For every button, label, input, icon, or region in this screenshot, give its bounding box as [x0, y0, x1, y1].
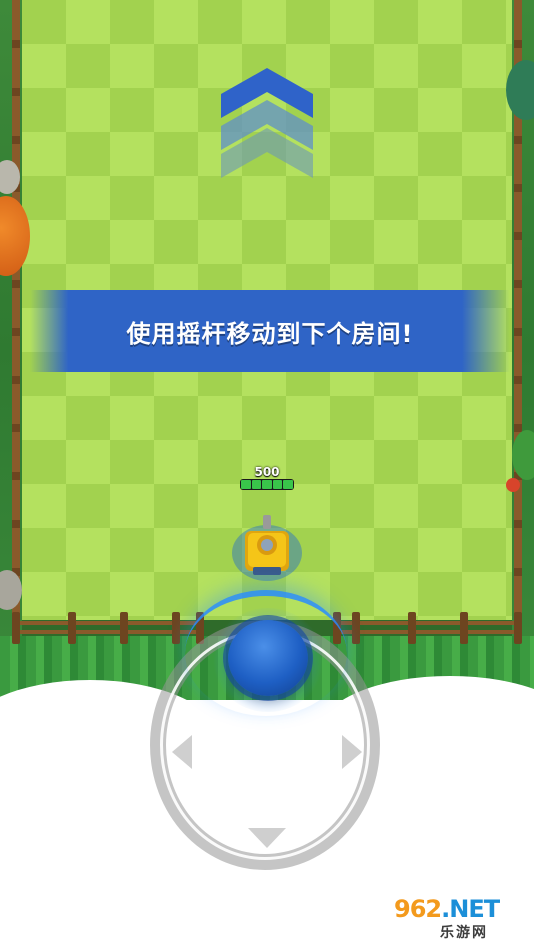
fence-post: [460, 612, 468, 644]
mushroom: [506, 478, 520, 492]
watermark-logo: 962.NET: [394, 895, 500, 923]
hp-segment: [283, 480, 293, 489]
player-tank: [243, 515, 291, 577]
left-fence: [12, 0, 20, 640]
fence-post: [68, 612, 76, 644]
right-arrow-icon: [342, 735, 362, 773]
tutorial-text: 使用摇杆移动到下个房间!: [126, 319, 414, 348]
watermark-suffix: .NET: [441, 895, 500, 923]
fence-post: [352, 612, 360, 644]
watermark-digits: 962: [394, 895, 442, 923]
tutorial-banner: 使用摇杆移动到下个房间!: [30, 290, 510, 372]
fence-post: [408, 612, 416, 644]
fence-post: [514, 612, 522, 644]
hp-value: 500: [254, 465, 280, 479]
bush-right: [512, 430, 534, 480]
hp-segment: [241, 480, 251, 489]
up-chevrons-icon: [221, 68, 313, 180]
watermark-sub: 乐游网: [440, 925, 488, 941]
site-watermark: 962.NET 乐游网: [394, 896, 530, 946]
fence-post: [12, 612, 20, 644]
fence-post: [120, 612, 128, 644]
bottom-fence-right: [333, 618, 522, 638]
hp-segment: [272, 480, 283, 489]
game-scene: 使用摇杆移动到下个房间! 500 962.NET 乐游网: [0, 0, 534, 949]
hp-segment: [262, 480, 272, 489]
hp-bar: [240, 479, 294, 490]
joystick-knob[interactable]: [228, 620, 308, 696]
hp-segment: [251, 480, 262, 489]
down-arrow-icon: [248, 828, 286, 852]
left-arrow-icon: [172, 735, 192, 773]
fence-post: [172, 612, 180, 644]
